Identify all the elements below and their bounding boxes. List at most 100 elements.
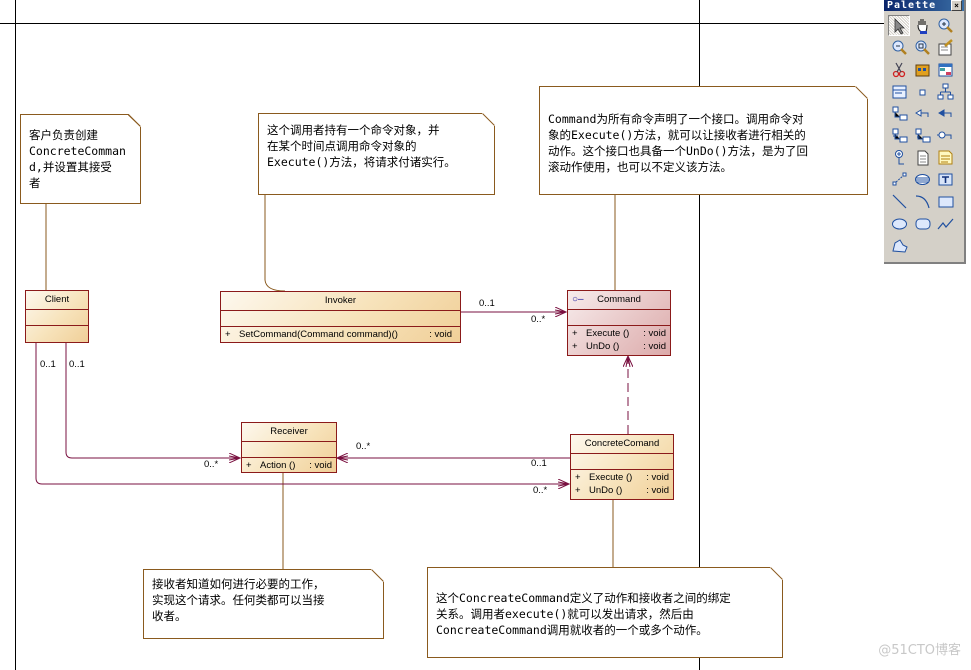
note-concrete-text: 这个ConcreateCommand定义了动作和接收者之间的绑定 关系。调用者e…: [436, 591, 731, 637]
palette-tool-hierarchy[interactable]: [934, 81, 956, 102]
inner-link-icon: [915, 128, 930, 143]
note-fold-corner: [371, 569, 384, 582]
palette-tool-port[interactable]: [888, 147, 910, 168]
palette-tool-separator[interactable]: [911, 169, 933, 190]
class-invoker[interactable]: Invoker + SetCommand(Command command)() :…: [220, 291, 461, 343]
operation-row[interactable]: + Action (): void: [246, 459, 336, 472]
palette-tool-association[interactable]: [934, 103, 956, 124]
note-command: Command为所有命令声明了一个接口。调用命令对 象的Execute()方法，…: [539, 86, 868, 195]
operation-row[interactable]: + UnDo (): void: [575, 484, 673, 497]
multiplicity-label: 0..*: [531, 314, 546, 325]
class-client-attributes: [26, 310, 88, 326]
zoom-fit-icon: [915, 40, 930, 55]
zoom-in-icon: [938, 18, 953, 33]
table-icon: [938, 63, 952, 77]
palette-tool-table[interactable]: [934, 59, 956, 80]
note-fold-corner: [128, 114, 141, 127]
class-receiver-name: Receiver: [242, 423, 336, 442]
palette-title: Palette: [887, 0, 937, 11]
class-client-operations: [26, 326, 88, 327]
palette-tool-text[interactable]: [934, 169, 956, 190]
polygon-icon: [891, 239, 908, 253]
palette-tool-rounded-rectangle[interactable]: [911, 213, 933, 234]
palette-tool-polyline[interactable]: [934, 213, 956, 234]
operation-row[interactable]: + Execute (): void: [572, 327, 670, 340]
operation-row[interactable]: + Execute (): void: [575, 471, 673, 484]
zoom-out-icon: [892, 40, 907, 55]
link-icon: [892, 172, 906, 186]
small-square-icon: [919, 89, 925, 96]
note-client-text: 客户负责创建 ConcreteComman d,并设置其接受 者: [29, 128, 126, 190]
cut-icon: [892, 62, 905, 78]
palette-tool-pointer[interactable]: [888, 15, 910, 36]
dependency-icon: [914, 109, 928, 117]
arc-icon: [915, 195, 930, 209]
ellipse-icon: [891, 218, 907, 230]
class-command-name: Command: [597, 294, 641, 305]
separator-icon: [914, 174, 930, 185]
note-client: 客户负责创建 ConcreteComman d,并设置其接受 者: [20, 114, 141, 204]
palette-tool-zoom-in[interactable]: [934, 15, 956, 36]
palette-toolbox: Palette ×: [884, 0, 966, 264]
palette-tool-realization[interactable]: [888, 103, 910, 124]
palette-tool-hand-pan[interactable]: [911, 15, 933, 36]
pointer-icon: [894, 18, 905, 35]
association-icon: [937, 109, 951, 117]
close-icon[interactable]: ×: [951, 0, 962, 11]
class-concrete-comand[interactable]: ConcreteComand + Execute (): void + UnDo (…: [570, 434, 674, 500]
realization-icon: [892, 106, 907, 121]
class-invoker-attributes: [221, 311, 460, 327]
palette-tool-interface-link[interactable]: [934, 125, 956, 146]
palette-tool-polygon[interactable]: [888, 235, 910, 256]
class-concrete-comand-name: ConcreteComand: [571, 435, 673, 454]
palette-tool-zoom-fit[interactable]: [911, 37, 933, 58]
operation-row[interactable]: + UnDo (): void: [572, 340, 670, 353]
multiplicity-label: 0..*: [204, 459, 219, 470]
line-icon: [892, 194, 906, 209]
palette-tool-cut[interactable]: [888, 59, 910, 80]
class-command[interactable]: ○– Command + Execute (): void + UnDo (): v…: [567, 290, 671, 356]
properties-icon: [938, 39, 953, 56]
palette-tool-properties[interactable]: [934, 37, 956, 58]
multiplicity-label: 0..1: [69, 359, 85, 370]
palette-tool-ellipse[interactable]: [888, 213, 910, 234]
class-concrete-comand-attributes: [571, 454, 673, 470]
palette-tool-class[interactable]: [888, 81, 910, 102]
note-command-text: Command为所有命令声明了一个接口。调用命令对 象的Execute()方法，…: [548, 112, 809, 174]
class-client-name: Client: [26, 291, 88, 310]
palette-tool-zoom-out[interactable]: [888, 37, 910, 58]
note-concrete: 这个ConcreateCommand定义了动作和接收者之间的绑定 关系。调用者e…: [427, 567, 783, 658]
hierarchy-icon: [937, 83, 953, 100]
multiplicity-label: 0..*: [533, 485, 548, 496]
palette-tool-rectangle[interactable]: [934, 191, 956, 212]
note-fold-corner: [770, 567, 783, 580]
generalization-icon: [892, 128, 907, 143]
class-command-header: ○– Command: [568, 291, 670, 310]
class-invoker-operations: + SetCommand(Command command)() : void: [221, 327, 460, 341]
interface-link-icon: [936, 131, 951, 139]
palette-tool-package[interactable]: [911, 59, 933, 80]
palette-tool-arc[interactable]: [911, 191, 933, 212]
class-icon: [892, 85, 906, 99]
palette-tool-file[interactable]: [911, 147, 933, 168]
multiplicity-label: 0..1: [531, 458, 547, 469]
port-icon: [894, 150, 904, 165]
operation-row[interactable]: + SetCommand(Command command)() : void: [225, 328, 460, 341]
note-fold-corner: [482, 113, 495, 126]
class-receiver-attributes: [242, 442, 336, 458]
hand-pan-icon: [916, 19, 928, 34]
palette-tool-inner-link[interactable]: [911, 125, 933, 146]
palette-tool-note[interactable]: [934, 147, 956, 168]
note-anchor-invoker: [264, 194, 286, 292]
palette-title-bar[interactable]: Palette ×: [884, 0, 964, 11]
palette-tool-link[interactable]: [888, 169, 910, 190]
class-command-operations: + Execute (): void + UnDo (): void: [568, 326, 670, 353]
watermark: @51CTO博客: [878, 643, 961, 658]
palette-tool-generalization[interactable]: [888, 125, 910, 146]
palette-tool-small-square[interactable]: [911, 81, 933, 102]
class-client[interactable]: Client: [25, 290, 89, 343]
note-icon: [938, 150, 952, 165]
palette-tool-dependency[interactable]: [911, 103, 933, 124]
palette-tool-line[interactable]: [888, 191, 910, 212]
class-receiver[interactable]: Receiver + Action (): void: [241, 422, 337, 473]
